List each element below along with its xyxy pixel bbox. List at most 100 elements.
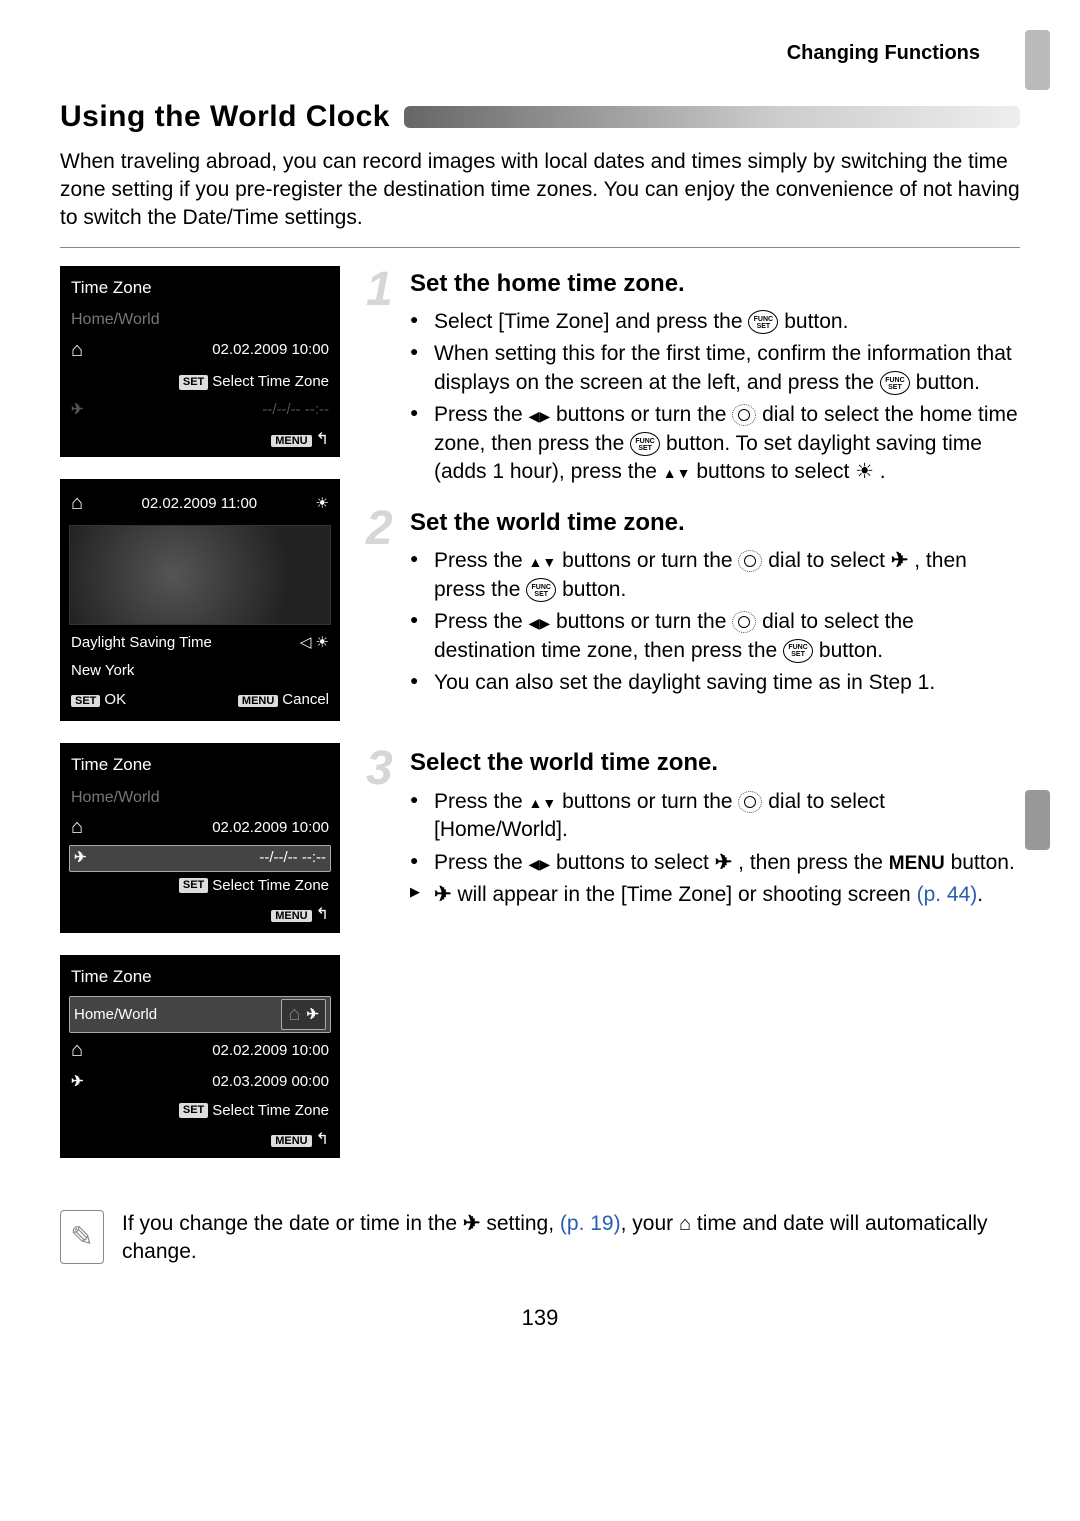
menu-badge: MENU [271,435,311,447]
screen4-select-label: Select Time Zone [212,1101,329,1121]
plane-icon [434,881,452,909]
camera-screen-3: Time Zone Home/World 02.02.2009 10:00 --… [60,743,340,933]
down-arrow-icon [542,547,556,575]
plane-icon [74,848,96,868]
plane-icon [463,1210,481,1238]
page-title: Using the World Clock [60,97,1020,138]
step-1-heading: Set the home time zone. [410,268,1020,300]
menu-badge: MENU [238,695,278,707]
page-number: 139 [60,1303,1020,1333]
set-badge: SET [179,375,208,390]
intro-paragraph: When traveling abroad, you can record im… [60,148,1020,233]
func-set-icon: FUNCSET [783,639,813,663]
left-arrow-icon [529,849,540,877]
step2-bullet1: Press the buttons or turn the dial to se… [410,547,1020,604]
page-ref-19[interactable]: (p. 19) [560,1212,621,1235]
dial-icon [738,550,762,572]
dial-icon [732,611,756,633]
step3-bullet1: Press the buttons or turn the dial to se… [410,788,1020,845]
screen1-home-date: 02.02.2009 10:00 [93,340,329,360]
home-icon [679,1210,691,1238]
step-3: 3 Select the world time zone. Press the … [374,747,1020,910]
func-set-icon: FUNCSET [630,432,660,456]
step3-bullet2: Press the buttons to select , then press… [410,849,1020,878]
step2-bullet2: Press the buttons or turn the dial to se… [410,608,1020,665]
left-arrow-icon [529,401,540,429]
step-1-number: 1 [366,258,393,323]
plane-icon [306,1005,319,1025]
step-2-number: 2 [366,497,393,562]
menu-word: MENU [889,853,945,874]
screen1-sub: Home/World [69,307,331,333]
func-set-icon: FUNCSET [526,578,556,602]
func-set-icon: FUNCSET [880,371,910,395]
up-arrow-icon [663,458,677,486]
camera-screen-1: Time Zone Home/World 02.02.2009 10:00 SE… [60,266,340,458]
page-ref-44[interactable]: (p. 44) [917,883,978,906]
screen3-home-date: 02.02.2009 10:00 [93,818,329,838]
func-set-icon: FUNCSET [748,310,778,334]
home-icon [71,1037,93,1064]
right-arrow-icon [539,849,550,877]
step1-bullet3: Press the buttons or turn the dial to se… [410,401,1020,487]
dial-icon [738,791,762,813]
screen4-sub: Home/World [74,1005,157,1025]
divider [60,247,1020,248]
up-arrow-icon [529,788,543,816]
down-arrow-icon [542,788,556,816]
step3-bullet3: will appear in the [Time Zone] or shooti… [410,881,1020,910]
camera-screen-4: Time Zone Home/World 02.02.2009 10:00 02… [60,955,340,1158]
up-arrow-icon [529,547,543,575]
screen1-select-label: Select Time Zone [212,372,329,392]
plane-icon [715,849,733,877]
note-box: ✎ If you change the date or time in the … [60,1210,1020,1267]
menu-badge: MENU [271,1135,311,1147]
sun-icon [316,634,329,651]
screen1-title: Time Zone [69,273,331,308]
right-arrow-icon [539,401,550,429]
title-decor-bar [404,106,1020,128]
step1-bullet1: Select [Time Zone] and press the FUNCSET… [410,308,1020,336]
plane-icon [71,1072,93,1092]
left-arrow-icon [529,608,540,636]
screen4-home-date: 02.02.2009 10:00 [93,1041,329,1061]
home-icon [71,814,93,841]
sun-icon [316,494,329,514]
camera-screen-2: 02.02.2009 11:00 Daylight Saving Time ◁ … [60,479,340,721]
menu-badge: MENU [271,910,311,922]
thumb-tab-shadow [1025,790,1050,850]
note-text: If you change the date or time in the se… [122,1210,1020,1267]
set-badge: SET [71,695,100,707]
screen3-sub: Home/World [69,785,331,811]
home-icon [71,490,83,517]
dial-icon [732,404,756,426]
screen2-cancel: Cancel [282,691,329,708]
plane-icon [71,400,93,420]
screen2-dst: Daylight Saving Time [71,633,212,653]
world-map-graphic [69,525,331,625]
step2-bullet3: You can also set the daylight saving tim… [410,669,1020,697]
screen4-title: Time Zone [69,962,331,997]
right-arrow-icon [539,608,550,636]
screen3-title: Time Zone [69,750,331,785]
step-2-heading: Set the world time zone. [410,507,1020,539]
section-header: Changing Functions [60,40,1020,67]
screen4-world-date: 02.03.2009 00:00 [93,1072,329,1092]
note-pencil-icon: ✎ [60,1210,104,1264]
screen2-city: New York [71,661,134,681]
step-3-heading: Select the world time zone. [410,747,1020,779]
home-icon [288,1001,300,1028]
page-edge-shadow [1025,30,1050,90]
page-title-text: Using the World Clock [60,97,390,138]
screen2-date: 02.02.2009 11:00 [141,494,257,514]
screenshots-column: Time Zone Home/World 02.02.2009 10:00 SE… [60,266,350,1180]
home-icon [71,337,93,364]
screen3-select-label: Select Time Zone [212,876,329,896]
sun-icon [855,458,874,486]
down-arrow-icon [677,458,691,486]
plane-icon [891,547,909,575]
step-1: 1 Set the home time zone. Select [Time Z… [374,268,1020,487]
set-badge: SET [179,1103,208,1118]
step-3-number: 3 [366,737,393,802]
set-badge: SET [179,878,208,893]
